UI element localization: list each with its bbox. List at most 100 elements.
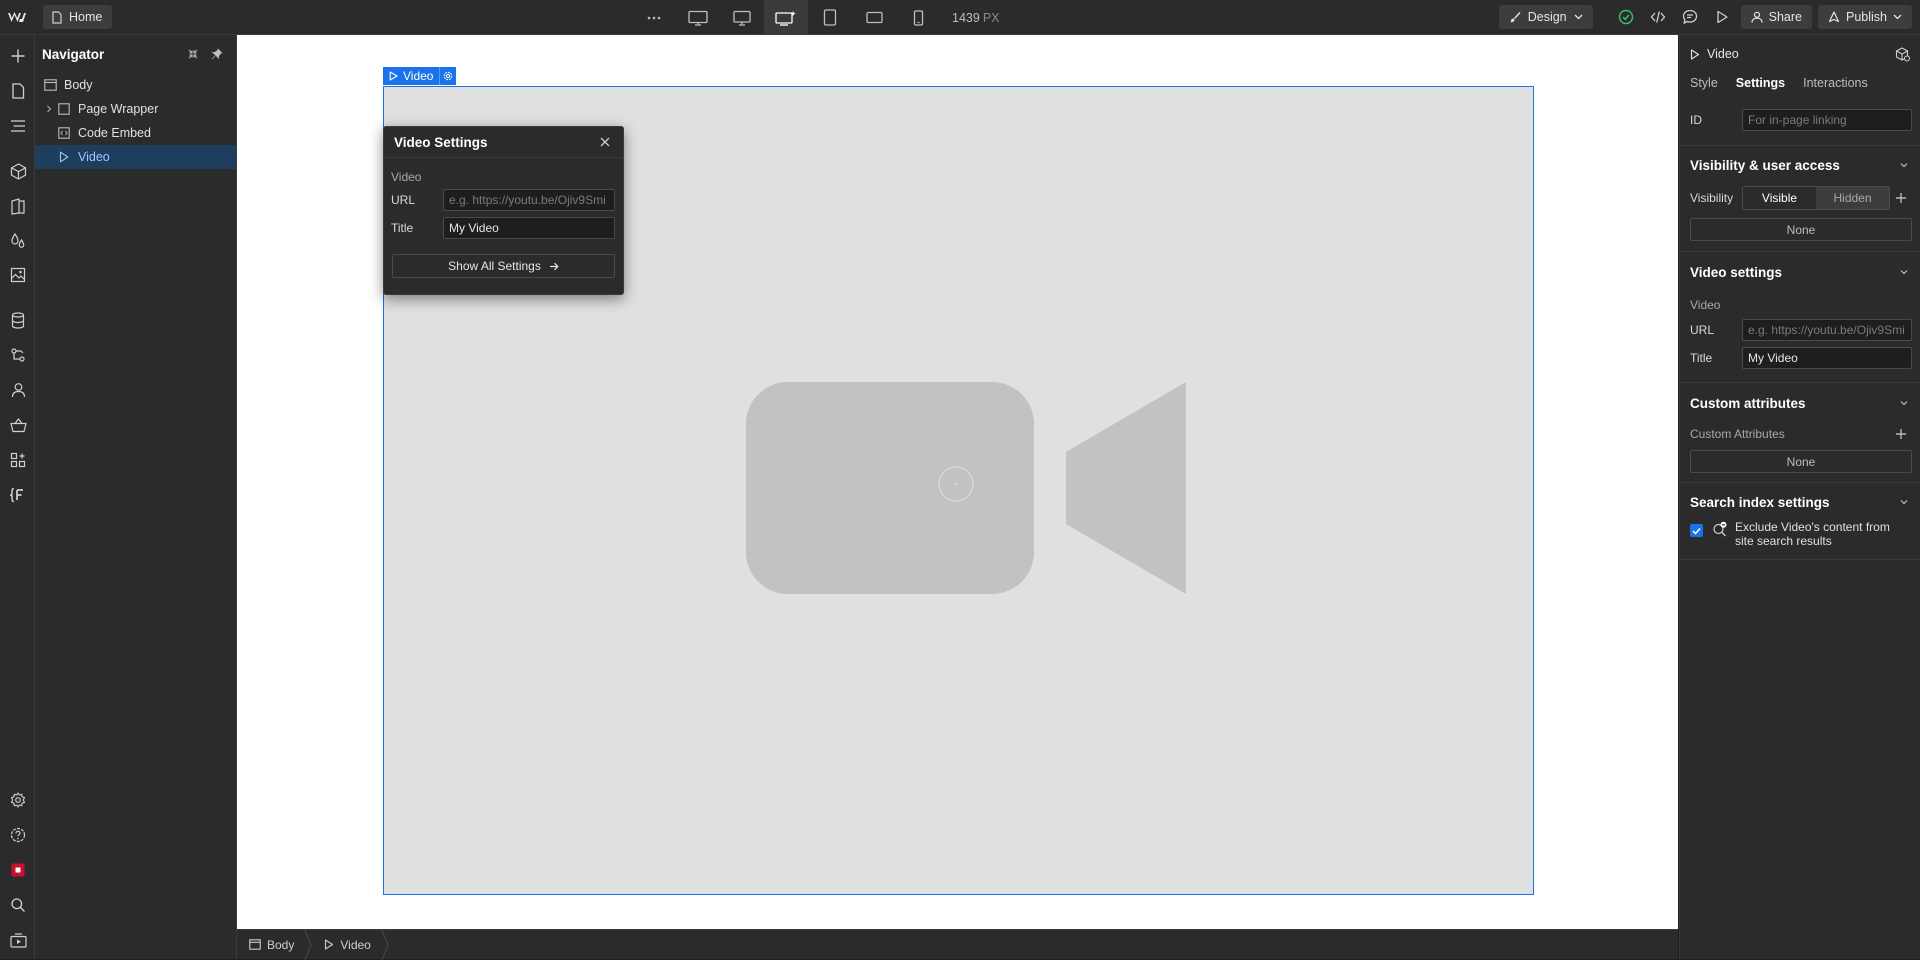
search-index-section: Search index settings Exclude Video's co…	[1680, 482, 1920, 549]
navigator-item-video[interactable]: Video	[35, 145, 236, 169]
share-button[interactable]: Share	[1740, 5, 1812, 29]
custom-attributes-header[interactable]: Custom attributes	[1680, 383, 1920, 423]
settings-gear-icon[interactable]	[7, 789, 29, 811]
navigator-item-page-wrapper[interactable]: Page Wrapper	[35, 97, 236, 121]
video-settings-popup: Video Settings Video URL Title Show All …	[383, 126, 624, 295]
navigator-icon[interactable]	[7, 115, 29, 137]
custom-attributes-title: Custom attributes	[1690, 395, 1806, 411]
breakpoint-desktop-icon[interactable]	[720, 0, 764, 35]
custom-attributes-row: Custom Attributes	[1680, 423, 1920, 445]
pages-icon[interactable]	[7, 80, 29, 102]
element-settings-gear-icon[interactable]	[439, 67, 456, 85]
pin-icon[interactable]	[205, 43, 229, 65]
tab-interactions[interactable]: Interactions	[1803, 76, 1868, 90]
breadcrumb-item-video[interactable]: Video	[312, 930, 380, 960]
users-icon[interactable]	[7, 379, 29, 401]
close-icon[interactable]	[597, 134, 613, 150]
div-block-icon	[57, 102, 71, 116]
visibility-visible-option[interactable]: Visible	[1743, 187, 1816, 209]
tab-settings[interactable]: Settings	[1736, 76, 1785, 90]
video-settings-section: Video settings Video URL Title	[1680, 251, 1920, 372]
add-element-icon[interactable]	[7, 45, 29, 67]
search-icon[interactable]	[7, 894, 29, 916]
id-label: ID	[1690, 113, 1702, 127]
ecommerce-basket-icon[interactable]	[7, 414, 29, 436]
chevron-down-icon	[1893, 14, 1902, 20]
style-selectors-icon[interactable]	[7, 195, 29, 217]
selected-element-label[interactable]: Video	[383, 67, 457, 85]
publish-button[interactable]: Publish	[1818, 5, 1912, 29]
webflow-logo-icon[interactable]	[6, 7, 28, 29]
navigator-item-code-embed[interactable]: Code Embed	[35, 121, 236, 145]
popup-title: Video Settings	[394, 134, 488, 150]
add-attribute-icon[interactable]	[1890, 423, 1912, 445]
breakpoint-tablet-icon[interactable]	[808, 0, 852, 35]
selected-element-name: Video	[1707, 47, 1739, 61]
navigator-item-body[interactable]: Body	[35, 73, 236, 97]
breadcrumb-bar: Body Video	[237, 929, 1678, 960]
breakpoint-base-icon[interactable]	[764, 0, 808, 35]
id-input[interactable]	[1742, 109, 1912, 131]
mode-selector-button[interactable]: Design	[1498, 5, 1593, 29]
video-url-input[interactable]	[1742, 319, 1912, 341]
canvas-width-readout: 1439 PX	[952, 11, 1000, 25]
video-title-label: Title	[1690, 351, 1713, 365]
chevron-down-icon	[1898, 159, 1910, 171]
code-embed-icon	[57, 126, 71, 140]
preview-play-icon[interactable]	[1709, 5, 1735, 29]
page-selector-button[interactable]: Home	[43, 5, 113, 29]
visibility-hidden-option[interactable]: Hidden	[1816, 187, 1889, 209]
code-icon[interactable]	[1645, 5, 1671, 29]
add-condition-icon[interactable]	[1890, 187, 1912, 209]
exclude-search-checkbox[interactable]	[1690, 524, 1703, 537]
finsweet-app-icon[interactable]	[7, 484, 29, 506]
help-icon[interactable]	[7, 824, 29, 846]
panel-bottom-divider	[1680, 558, 1920, 560]
publish-status-check-icon[interactable]	[1613, 5, 1639, 29]
app-extension-icon[interactable]	[7, 859, 29, 881]
video-play-icon	[324, 939, 334, 950]
comments-icon[interactable]	[1677, 5, 1703, 29]
assets-icon[interactable]	[7, 264, 29, 286]
breakpoint-mobile-icon[interactable]	[896, 0, 940, 35]
chevron-down-icon	[1898, 266, 1910, 278]
video-play-icon	[1690, 48, 1700, 60]
components-icon[interactable]	[7, 160, 29, 182]
variables-icon[interactable]	[7, 229, 29, 251]
cms-database-icon[interactable]	[7, 309, 29, 331]
collapse-all-icon[interactable]	[181, 43, 205, 65]
rocket-icon	[1828, 11, 1840, 23]
breakpoint-desktop-large-icon[interactable]	[676, 0, 720, 35]
video-play-icon	[57, 150, 71, 164]
visibility-conditions-none[interactable]: None	[1690, 218, 1912, 241]
popup-url-input[interactable]	[443, 189, 615, 211]
search-exclude-icon	[1712, 521, 1728, 537]
chevron-right-icon[interactable]	[44, 105, 54, 113]
show-all-settings-button[interactable]: Show All Settings	[392, 254, 615, 278]
video-settings-header[interactable]: Video settings	[1680, 252, 1920, 292]
popup-title-input[interactable]	[443, 217, 615, 239]
tab-style[interactable]: Style	[1690, 76, 1718, 90]
body-icon	[43, 78, 57, 92]
visibility-section-title: Visibility & user access	[1690, 157, 1840, 173]
design-canvas[interactable]: Video Video Settings Video URL Ti	[237, 35, 1678, 929]
popup-title-row: Title	[391, 214, 615, 242]
breadcrumb-item-body[interactable]: Body	[237, 930, 304, 960]
breadcrumb-separator	[381, 929, 389, 960]
video-tutorials-icon[interactable]	[7, 929, 29, 951]
id-row: ID	[1680, 106, 1920, 134]
breakpoint-mobile-landscape-icon[interactable]	[852, 0, 896, 35]
search-index-header[interactable]: Search index settings	[1680, 483, 1920, 521]
popup-title-label: Title	[391, 221, 414, 235]
visibility-section-header[interactable]: Visibility & user access	[1680, 146, 1920, 184]
visibility-section: Visibility & user access Visibility Visi…	[1680, 145, 1920, 241]
custom-attributes-none[interactable]: None	[1690, 450, 1912, 473]
selected-element-name: Video	[403, 69, 434, 83]
component-create-icon[interactable]	[1895, 46, 1910, 62]
video-title-input[interactable]	[1742, 347, 1912, 369]
navigator-panel: Navigator Body Page Wrapper Code Embed V…	[35, 35, 237, 959]
logic-icon[interactable]	[7, 344, 29, 366]
more-options-icon[interactable]	[632, 0, 676, 35]
visibility-label: Visibility	[1690, 191, 1734, 205]
apps-icon[interactable]	[7, 449, 29, 471]
